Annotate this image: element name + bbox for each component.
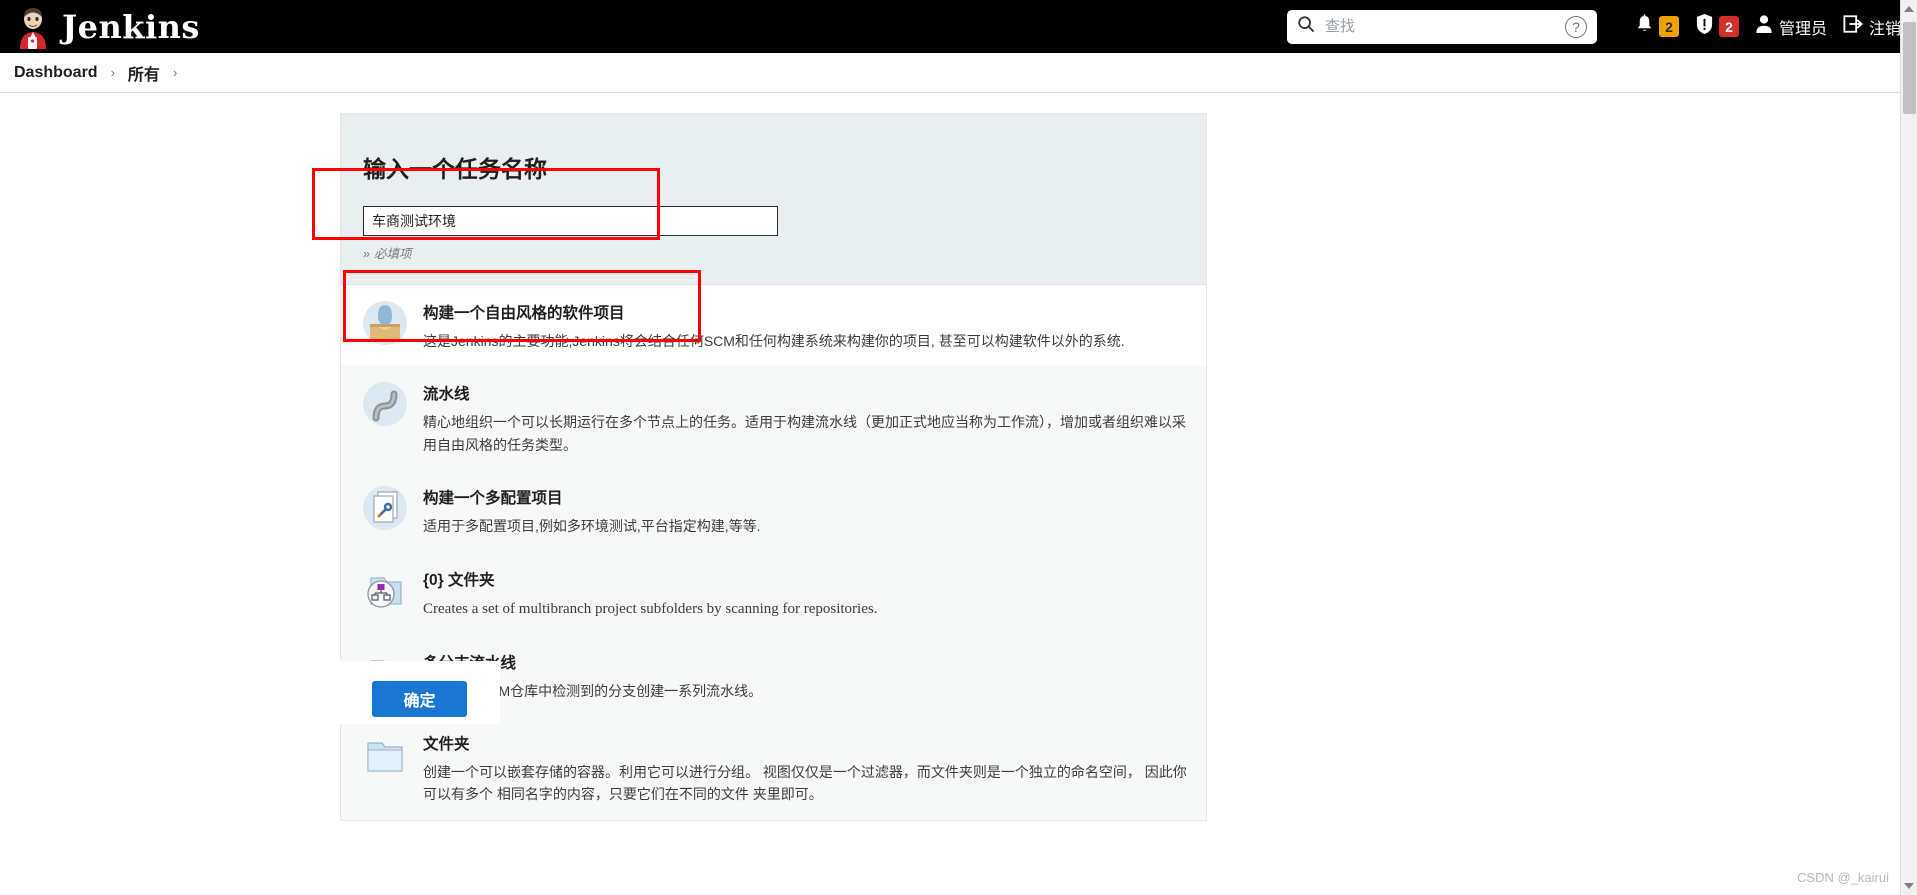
search-icon <box>1297 15 1315 38</box>
item-name-input[interactable] <box>363 206 778 236</box>
user-menu-button[interactable]: 管理员 <box>1755 0 1827 53</box>
folder-icon <box>361 730 409 778</box>
item-type-title: 构建一个多配置项目 <box>423 490 563 508</box>
jenkins-butler-logo-icon <box>14 7 52 49</box>
item-type-desc: 精心地组织一个可以长期运行在多个节点上的任务。适用于构建流水线（更加正式地应当称… <box>423 414 1186 453</box>
scroll-down-arrow-icon[interactable] <box>1904 883 1914 889</box>
item-type-title: 流水线 <box>423 386 470 404</box>
item-type-organization-folder[interactable]: {0} 文件夹 Creates a set of multibranch pro… <box>341 552 1206 635</box>
header-right-group: ? 2 2 <box>1286 0 1901 53</box>
scrollbar-thumb[interactable] <box>1903 22 1916 114</box>
item-type-title: 多分支流水线 <box>423 651 1188 673</box>
item-type-desc: 适用于多配置项目,例如多环境测试,平台指定构建,等等. <box>423 518 761 535</box>
dialog-header: 输入一个任务名称 »必填项 <box>341 114 1206 285</box>
help-circle-icon[interactable]: ? <box>1564 15 1587 38</box>
item-type-desc: 创建一个可以嵌套存储的容器。利用它可以进行分组。 视图仅仅是一个过滤器，而文件夹… <box>423 763 1187 803</box>
breadcrumb-item-dashboard[interactable]: Dashboard <box>14 64 98 82</box>
app-header: Jenkins ? 2 <box>0 0 1917 53</box>
logout-icon <box>1843 14 1863 39</box>
notifications-count-badge: 2 <box>1658 16 1679 37</box>
breadcrumb: Dashboard › 所有 › <box>0 53 1917 93</box>
brand-title: Jenkins <box>62 7 200 46</box>
item-type-desc: 根据一个SCM仓库中检测到的分支创建一系列流水线。 <box>423 682 763 699</box>
organization-folder-icon <box>361 566 409 614</box>
item-type-pipeline[interactable]: 流水线 精心地组织一个可以长期运行在多个节点上的任务。适用于构建流水线（更加正式… <box>341 366 1206 470</box>
breadcrumb-item-all[interactable]: 所有 <box>128 61 160 85</box>
item-type-desc: Creates a set of multibranch project sub… <box>423 600 878 617</box>
search-input[interactable] <box>1322 17 1565 36</box>
person-icon <box>1755 14 1773 39</box>
item-type-folder[interactable]: 文件夹 创建一个可以嵌套存储的容器。利用它可以进行分组。 视图仅仅是一个过滤器，… <box>341 716 1206 820</box>
item-type-multiconfiguration[interactable]: 构建一个多配置项目 适用于多配置项目,例如多环境测试,平台指定构建,等等. <box>341 470 1206 551</box>
logout-label: 注销 <box>1868 20 1901 38</box>
item-type-freestyle[interactable]: 构建一个自由风格的软件项目 这是Jenkins的主要功能,Jenkins将会结合… <box>341 285 1206 367</box>
item-type-title: {0} 文件夹 <box>423 571 495 589</box>
item-type-desc: 这是Jenkins的主要功能,Jenkins将会结合任何SCM和任何构建系统来构… <box>423 333 1125 349</box>
multi-configuration-icon <box>361 484 409 532</box>
bell-icon <box>1635 14 1654 40</box>
search-box[interactable]: ? <box>1286 9 1597 44</box>
brand-home-link[interactable]: Jenkins <box>14 7 200 49</box>
security-warnings-button[interactable]: 2 <box>1695 0 1739 53</box>
watermark-label: CSDN @_kairui <box>1797 870 1889 885</box>
ok-button[interactable]: 确定 <box>372 681 467 717</box>
pipeline-icon <box>361 380 409 428</box>
notifications-button[interactable]: 2 <box>1635 0 1679 53</box>
item-type-list: 构建一个自由风格的软件项目 这是Jenkins的主要功能,Jenkins将会结合… <box>341 285 1206 820</box>
required-chevron-icon: » <box>363 247 370 261</box>
main-content: 输入一个任务名称 »必填项 构建一个自由风 <box>0 93 1900 895</box>
breadcrumb-separator-icon-2: › <box>172 65 178 80</box>
user-name-label: 管理员 <box>1778 20 1827 38</box>
shield-alert-icon <box>1695 13 1714 40</box>
required-field-note: » 必填项 <box>363 243 1184 262</box>
page-title: 输入一个任务名称 <box>363 156 547 182</box>
security-count-badge: 2 <box>1718 16 1739 37</box>
required-label: 必填项 <box>373 247 412 261</box>
page-scrollbar[interactable] <box>1900 0 1917 895</box>
item-type-title: 文件夹 <box>423 735 470 753</box>
scroll-up-arrow-icon[interactable] <box>1904 6 1914 12</box>
freestyle-project-icon <box>361 299 409 347</box>
logout-button[interactable]: 注销 <box>1843 0 1901 53</box>
breadcrumb-separator-icon: › <box>110 65 115 80</box>
item-type-title: 构建一个自由风格的软件项目 <box>423 305 625 322</box>
